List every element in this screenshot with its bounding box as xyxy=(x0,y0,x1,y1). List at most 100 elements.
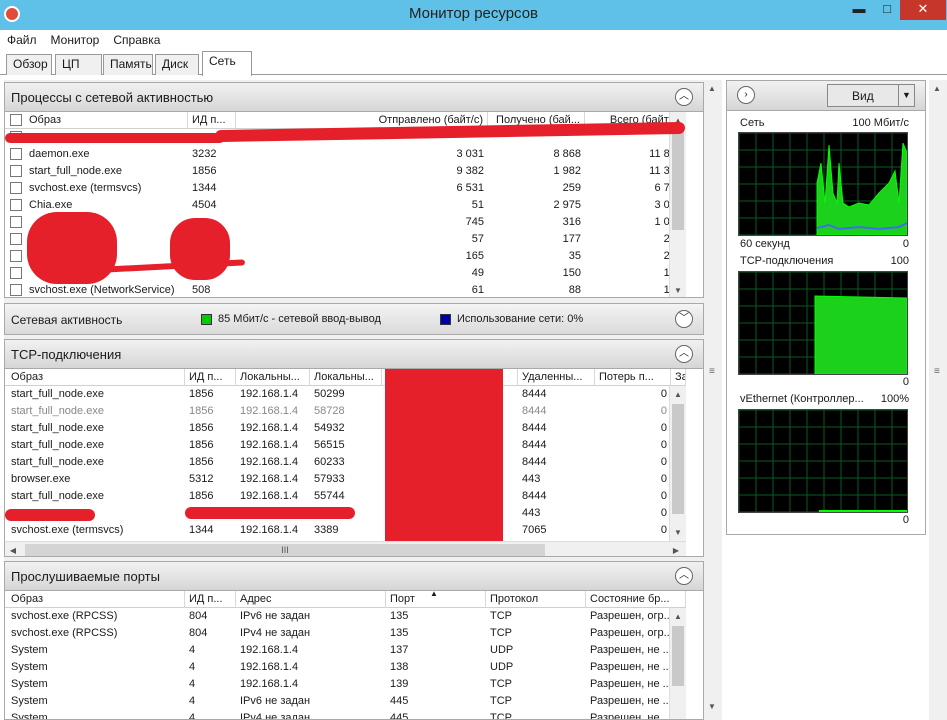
table-row[interactable]: start_full_node.exe 1856 192.168.1.4 50299 8… xyxy=(5,386,686,403)
select-all-checkbox[interactable] xyxy=(10,114,22,126)
col-firewall-status[interactable]: Состояние бр... xyxy=(586,591,686,608)
row-checkbox[interactable] xyxy=(10,284,22,296)
scroll-down-icon[interactable]: ▼ xyxy=(704,698,720,715)
col-pid[interactable]: ИД п... xyxy=(185,369,236,386)
menu-monitor[interactable]: Монитор xyxy=(44,30,107,50)
collapse-icon[interactable]: ︿ xyxy=(675,88,693,106)
cell-remote-port: 8444 xyxy=(522,490,547,502)
table-row[interactable]: start_full_node.exe 1856 9 382 1 982 11 364 xyxy=(5,163,686,180)
table-row[interactable]: daemon.exe 3232 3 031 8 868 11 899 xyxy=(5,146,686,163)
table-row[interactable]: System 4 192.168.1.4 137 UDP Разрешен, не ... xyxy=(5,642,686,659)
restore-button[interactable]: □ xyxy=(874,0,900,20)
table-row[interactable]: browser.exe 5312 192.168.1.4 57933 443 0 xyxy=(5,471,686,488)
row-checkbox[interactable] xyxy=(10,148,22,160)
scroll-up-icon[interactable]: ▲ xyxy=(704,80,720,97)
collapse-icon[interactable]: ︿ xyxy=(675,567,693,585)
col-local-address[interactable]: Локальны... xyxy=(236,369,310,386)
row-checkbox[interactable] xyxy=(10,199,22,211)
scroll-up-icon[interactable]: ▲ xyxy=(929,80,945,97)
table-row[interactable]: svchost.exe (NetworkService)5086188150 xyxy=(5,282,686,297)
pane-splitter[interactable]: ▲ ≡ ▼ xyxy=(704,80,722,720)
right-scrollbar[interactable]: ▲ ≡ xyxy=(929,80,947,720)
graph-tcp-title: TCP-подключения xyxy=(740,255,834,267)
tab-disk[interactable]: Диск xyxy=(155,54,199,75)
expand-right-icon[interactable]: › xyxy=(737,86,755,104)
cell-packet-loss: 0 xyxy=(660,422,667,434)
tab-overview[interactable]: Обзор xyxy=(6,54,52,75)
col-pid[interactable]: ИД п... xyxy=(188,112,236,129)
table-row[interactable]: System 4 192.168.1.4 138 UDP Разрешен, не ... xyxy=(5,659,686,676)
scroll-right-icon[interactable]: ▶ xyxy=(668,542,684,556)
splitter-grip-icon[interactable]: ≡ xyxy=(709,366,715,377)
table-row[interactable]: start_full_node.exe 1856 192.168.1.4 58728 8… xyxy=(5,403,686,420)
menu-file[interactable]: Файл xyxy=(0,30,44,50)
col-packet-loss[interactable]: Потерь п... xyxy=(595,369,671,386)
cell-port: 135 xyxy=(390,627,409,639)
tab-memory[interactable]: Память xyxy=(103,54,153,75)
table-row[interactable]: Chia.exe4504512 9753 027 xyxy=(5,197,686,214)
scroll-thumb[interactable] xyxy=(672,130,684,230)
cell-packet-loss: 0 xyxy=(660,439,667,451)
col-image[interactable]: Образ xyxy=(25,112,188,129)
minimize-button[interactable]: ▬ xyxy=(846,0,872,20)
view-dropdown[interactable]: Вид ▼ xyxy=(827,84,915,107)
tab-network[interactable]: Сеть xyxy=(202,51,252,76)
tcp-header[interactable]: TCP-подключения ︿ xyxy=(5,340,703,369)
col-protocol[interactable]: Протокол xyxy=(486,591,586,608)
scroll-left-icon[interactable]: ◀ xyxy=(5,542,21,556)
scroll-down-icon[interactable]: ▼ xyxy=(670,282,686,297)
ports-header[interactable]: Прослушиваемые порты ︿ xyxy=(5,562,703,591)
table-row[interactable]: start_full_node.exe 1856 192.168.1.4 60233 8… xyxy=(5,454,686,471)
row-checkbox[interactable] xyxy=(10,250,22,262)
ports-panel: Прослушиваемые порты ︿ Образ ИД п... Адр… xyxy=(4,561,704,720)
col-pid[interactable]: ИД п... xyxy=(185,591,236,608)
sort-ascending-icon: ▲ xyxy=(430,589,438,598)
collapse-icon[interactable]: ︿ xyxy=(675,345,693,363)
row-checkbox[interactable] xyxy=(10,182,22,194)
col-image[interactable]: Образ xyxy=(7,369,185,386)
ports-scrollbar[interactable]: ▲ xyxy=(669,608,686,719)
scroll-up-icon[interactable]: ▲ xyxy=(670,608,686,625)
table-row[interactable]: System 4 IPv4 не задан 445 TCP Разрешен, не .… xyxy=(5,710,686,719)
col-latency[interactable]: За xyxy=(671,369,686,386)
cell-local-port: 3389 xyxy=(314,524,339,536)
table-row[interactable]: start_full_node.exe 1856 192.168.1.4 56515 8… xyxy=(5,437,686,454)
scroll-down-icon[interactable]: ▼ xyxy=(670,524,686,541)
row-checkbox[interactable] xyxy=(10,216,22,228)
row-checkbox[interactable] xyxy=(10,267,22,279)
scroll-thumb[interactable] xyxy=(672,404,684,514)
row-checkbox[interactable] xyxy=(10,165,22,177)
redaction-mark xyxy=(5,509,95,521)
table-row[interactable]: System 4 IPv6 не задан 445 TCP Разрешен, не .… xyxy=(5,693,686,710)
table-row[interactable]: start_full_node.exe 1856 192.168.1.4 54932 8… xyxy=(5,420,686,437)
col-image[interactable]: Образ xyxy=(7,591,185,608)
network-activity-bar[interactable]: Сетевая активность 85 Мбит/с - сетевой в… xyxy=(4,303,704,335)
graph-vethernet-min: 0 xyxy=(902,514,909,526)
cell-sent: 6 531 xyxy=(456,182,484,194)
table-row[interactable]: svchost.exe (RPCSS) 804 IPv6 не задан 135 TC… xyxy=(5,608,686,625)
table-row[interactable]: svchost.exe (termsvcs)13446 5312596 790 xyxy=(5,180,686,197)
table-row[interactable]: svchost.exe (RPCSS) 804 IPv4 не задан 135 TC… xyxy=(5,625,686,642)
expand-icon[interactable]: ﹀ xyxy=(675,310,693,328)
scroll-up-icon[interactable]: ▲ xyxy=(670,386,686,403)
tcp-scrollbar[interactable]: ▲ ▼ xyxy=(669,386,686,541)
scroll-thumb[interactable] xyxy=(672,626,684,686)
cell-pid: 804 xyxy=(189,627,208,639)
cell-remote-port: 443 xyxy=(522,473,541,485)
col-address[interactable]: Адрес xyxy=(236,591,386,608)
menu-help[interactable]: Справка xyxy=(106,30,167,50)
processes-header[interactable]: Процессы с сетевой активностью ︿ xyxy=(5,83,703,112)
table-row[interactable]: System 4 192.168.1.4 139 TCP Разрешен, не ... xyxy=(5,676,686,693)
row-checkbox[interactable] xyxy=(10,233,22,245)
table-row[interactable]: start_full_node.exe 1856 192.168.1.4 55744 8… xyxy=(5,488,686,505)
chevron-down-icon[interactable]: ▼ xyxy=(898,85,914,106)
tab-cpu[interactable]: ЦП xyxy=(55,54,102,75)
processes-scrollbar[interactable]: ▲ ▼ xyxy=(669,112,686,297)
hscroll-thumb[interactable]: III xyxy=(25,544,545,556)
splitter-grip-icon[interactable]: ≡ xyxy=(934,366,940,377)
close-button[interactable]: ✕ xyxy=(900,0,946,20)
col-local-port[interactable]: Локальны... xyxy=(310,369,382,386)
table-row[interactable]: svchost.exe (termsvcs) 1344 192.168.1.4 338… xyxy=(5,522,686,539)
col-remote-port[interactable]: Удаленны... xyxy=(518,369,595,386)
tcp-hscrollbar[interactable]: ◀ III ▶ xyxy=(5,541,686,556)
